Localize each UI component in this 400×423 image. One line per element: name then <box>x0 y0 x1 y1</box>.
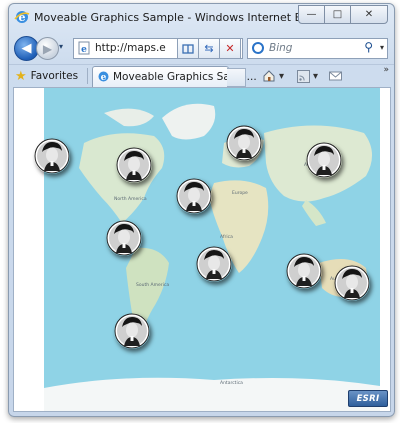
portrait-icon <box>106 220 142 256</box>
svg-text:e: e <box>81 45 87 55</box>
browser-window: e Moveable Graphics Sample - Windows Int… <box>8 3 395 417</box>
portrait-icon <box>116 147 152 183</box>
arrow-right-icon: ▶ <box>42 41 53 56</box>
search-placeholder: Bing <box>269 42 293 54</box>
bing-logo-icon <box>252 42 264 54</box>
close-button[interactable]: ✕ <box>350 5 388 24</box>
favorites-button[interactable]: ★ Favorites <box>15 67 78 85</box>
draggable-portrait-graphic[interactable] <box>196 246 232 282</box>
home-dropdown[interactable]: ▾ <box>279 71 284 82</box>
svg-text:e: e <box>101 73 107 83</box>
stop-button[interactable]: ✕ <box>219 38 241 59</box>
minimize-button[interactable]: — <box>298 5 325 24</box>
browser-tab[interactable]: e Moveable Graphics Samp... <box>92 66 257 87</box>
feeds-dropdown[interactable]: ▾ <box>313 71 318 82</box>
ie-logo-icon: e <box>14 11 30 24</box>
stop-icon: ✕ <box>225 42 235 55</box>
portrait-icon <box>114 313 150 349</box>
star-icon: ★ <box>15 68 27 84</box>
refresh-button[interactable]: ⇆ <box>198 38 220 59</box>
arrow-left-icon: ◀ <box>21 41 32 56</box>
search-box[interactable]: Bing ⚲ ▾ <box>247 38 388 59</box>
compatibility-view-button[interactable] <box>177 38 199 59</box>
ie-page-icon: e <box>98 71 109 83</box>
page-icon: e <box>78 41 90 55</box>
feeds-button[interactable]: ▾ <box>297 68 318 84</box>
recent-pages-dropdown[interactable]: ▾ <box>59 42 63 51</box>
portrait-icon <box>334 265 370 301</box>
navigation-bar: ◀ ▶ ▾ e http://maps.e ▾ ⇆ ✕ Bing ⚲ ▾ <box>9 34 394 64</box>
magnifier-icon: ⚲ <box>364 40 373 54</box>
portrait-icon <box>306 142 342 178</box>
envelope-icon <box>329 71 342 81</box>
draggable-portrait-graphic[interactable] <box>334 265 370 301</box>
map-label-africa: Africa <box>220 234 233 240</box>
portrait-icon <box>286 253 322 289</box>
close-icon: ✕ <box>364 9 374 20</box>
esri-logo: ESRI <box>348 390 388 407</box>
address-url: http://maps.e <box>95 42 166 54</box>
window-title: Moveable Graphics Sample - Windows Inter… <box>34 11 341 24</box>
search-provider-dropdown[interactable]: ▾ <box>380 43 384 52</box>
home-icon <box>263 70 275 82</box>
map-label-south-america: South America <box>136 282 169 288</box>
read-mail-button[interactable] <box>329 68 342 84</box>
compatibility-icon <box>182 43 194 54</box>
divider <box>87 68 88 84</box>
draggable-portrait-graphic[interactable] <box>116 147 152 183</box>
draggable-portrait-graphic[interactable] <box>114 313 150 349</box>
draggable-portrait-graphic[interactable] <box>106 220 142 256</box>
draggable-portrait-graphic[interactable] <box>306 142 342 178</box>
command-overflow-button[interactable]: » <box>383 65 389 75</box>
portrait-icon <box>176 178 212 214</box>
maximize-icon: □ <box>332 9 343 20</box>
refresh-icon: ⇆ <box>204 42 214 55</box>
minimize-icon: — <box>306 9 317 20</box>
draggable-portrait-graphic[interactable] <box>34 138 70 174</box>
draggable-portrait-graphic[interactable] <box>226 125 262 161</box>
search-go-button[interactable]: ⚲ <box>364 40 373 54</box>
forward-button[interactable]: ▶ <box>36 37 59 60</box>
window-controls: — □ ✕ <box>298 5 388 24</box>
favorites-label: Favorites <box>30 70 79 82</box>
new-tab-button[interactable] <box>227 68 246 87</box>
favorites-bar: ★ Favorites e Moveable Graphics Samp... … <box>9 64 394 87</box>
portrait-icon <box>196 246 232 282</box>
map-label-antarctica: Antarctica <box>220 380 243 386</box>
draggable-portrait-graphic[interactable] <box>176 178 212 214</box>
portrait-icon <box>34 138 70 174</box>
map-label-europe: Europe <box>232 190 248 196</box>
map-label-north-america: North America <box>114 196 147 202</box>
portrait-icon <box>226 125 262 161</box>
maximize-button[interactable]: □ <box>324 5 351 24</box>
home-button[interactable]: ▾ <box>262 68 284 84</box>
rss-icon <box>297 69 310 83</box>
draggable-portrait-graphic[interactable] <box>286 253 322 289</box>
page-content: North America South America Africa Europ… <box>13 87 391 412</box>
title-bar: e Moveable Graphics Sample - Windows Int… <box>9 4 394 32</box>
